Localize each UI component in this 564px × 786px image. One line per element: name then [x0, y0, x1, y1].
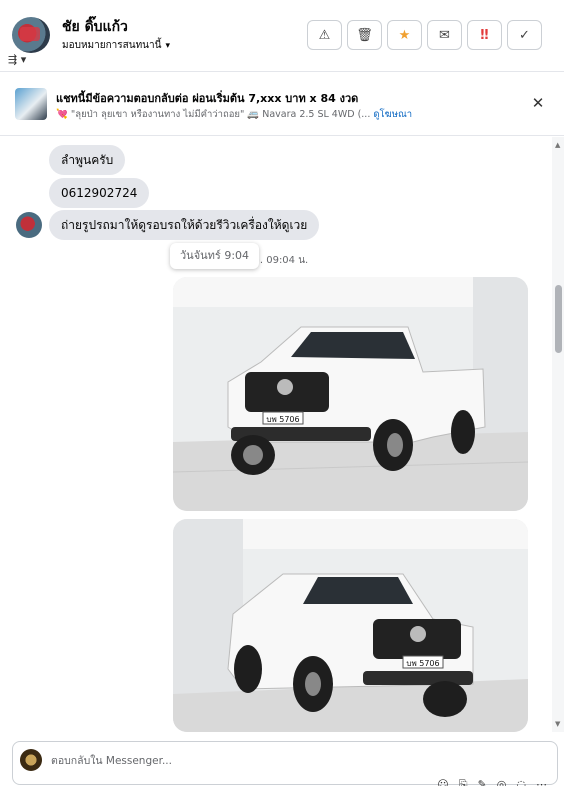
- star-icon: ★: [398, 27, 411, 43]
- edit-icon[interactable]: ✎: [478, 778, 487, 786]
- truck-photo-front[interactable]: บพ 5706: [173, 277, 528, 511]
- truck-image: บพ 5706: [173, 277, 528, 511]
- ad-thumbnail[interactable]: [15, 88, 47, 120]
- composer-tools: ☺ ⎘ ✎ ◎ ◌ ⋯: [437, 778, 547, 786]
- svg-text:บพ 5706: บพ 5706: [406, 659, 439, 668]
- spam-button[interactable]: ‼: [467, 20, 502, 50]
- spam-icon: ‼: [480, 27, 489, 43]
- assign-label: มอบหมายการสนทนานี้: [62, 40, 162, 51]
- ad-title: แชทนี้มีข้อความตอบกลับต่อ ผ่อนเริ่มต้น 7…: [56, 92, 359, 105]
- emoji-icon[interactable]: ☺: [437, 778, 448, 786]
- chat-scrollbar[interactable]: ▲ ▼: [552, 137, 564, 732]
- svg-text:บพ 5706: บพ 5706: [266, 415, 299, 424]
- report-button[interactable]: ⚠: [307, 20, 342, 50]
- message-thread[interactable]: ลำพูนครับ 0612902724 ถ่ายรูปรถมาให้ดูรอบ…: [0, 137, 552, 732]
- warning-icon: ⚠: [318, 27, 331, 43]
- loading-icon[interactable]: ◌: [516, 778, 526, 786]
- contact-avatar[interactable]: [12, 17, 50, 53]
- delete-button[interactable]: 🗑: [347, 20, 382, 50]
- message-bubble[interactable]: ถ่ายรูปรถมาให้ดูรอบรถให้ด้วยรีวิวเครื่อง…: [49, 210, 320, 240]
- close-icon[interactable]: ✕: [530, 94, 546, 112]
- reply-input[interactable]: [51, 752, 471, 770]
- ad-reference-banner: แชทนี้มีข้อความตอบกลับต่อ ผ่อนเริ่มต้น 7…: [0, 72, 564, 136]
- trash-icon: 🗑: [356, 27, 373, 43]
- conversation-header: ชัย ดิ๊บแก้ว มอบหมายการสนทนานี้ ▾ ⇶ ▾ ⚠ 🗑…: [0, 0, 564, 72]
- mail-button[interactable]: ✉: [427, 20, 462, 50]
- page-avatar: [20, 749, 42, 771]
- truck-image: บพ 5706: [173, 519, 528, 732]
- filter-settings-icon[interactable]: ⇶ ▾: [8, 53, 40, 67]
- record-icon[interactable]: ◎: [497, 778, 507, 786]
- ad-description: "ลุยป่า ลุยเขา หรืองานทาง ไม่มีคำว่าถอย"…: [70, 109, 371, 120]
- assign-conversation-dropdown[interactable]: มอบหมายการสนทนานี้ ▾: [62, 38, 170, 53]
- scrollbar-thumb[interactable]: [555, 285, 562, 353]
- star-button[interactable]: ★: [387, 20, 422, 50]
- done-button[interactable]: ✓: [507, 20, 542, 50]
- heart-icon: 💘: [56, 109, 68, 120]
- envelope-icon: ✉: [439, 27, 450, 43]
- action-toolbar: ⚠ 🗑 ★ ✉ ‼ ✓: [307, 20, 542, 50]
- message-timestamp: จ. 09:04 น.: [254, 255, 309, 266]
- view-ad-link[interactable]: ดูโฆษณา: [373, 109, 412, 120]
- reply-composer: ☺ ⎘ ✎ ◎ ◌ ⋯: [12, 741, 558, 786]
- scroll-down-arrow-icon[interactable]: ▼: [555, 720, 560, 728]
- truck-photo-side[interactable]: บพ 5706: [173, 519, 528, 732]
- more-icon[interactable]: ⋯: [536, 778, 547, 786]
- chevron-down-icon: ▾: [165, 41, 170, 51]
- message-bubble[interactable]: 0612902724: [49, 178, 150, 208]
- sender-avatar[interactable]: [16, 212, 42, 238]
- message-bubble[interactable]: ลำพูนครับ: [49, 145, 126, 175]
- attach-icon[interactable]: ⎘: [459, 778, 468, 786]
- scroll-up-arrow-icon[interactable]: ▲: [555, 141, 560, 149]
- timestamp-tooltip: วันจันทร์ 9:04: [170, 243, 260, 269]
- contact-name[interactable]: ชัย ดิ๊บแก้ว: [62, 16, 128, 38]
- ad-subtitle: 💘 "ลุยป่า ลุยเขา หรืองานทาง ไม่มีคำว่าถอ…: [56, 107, 412, 122]
- checkmark-icon: ✓: [519, 27, 530, 43]
